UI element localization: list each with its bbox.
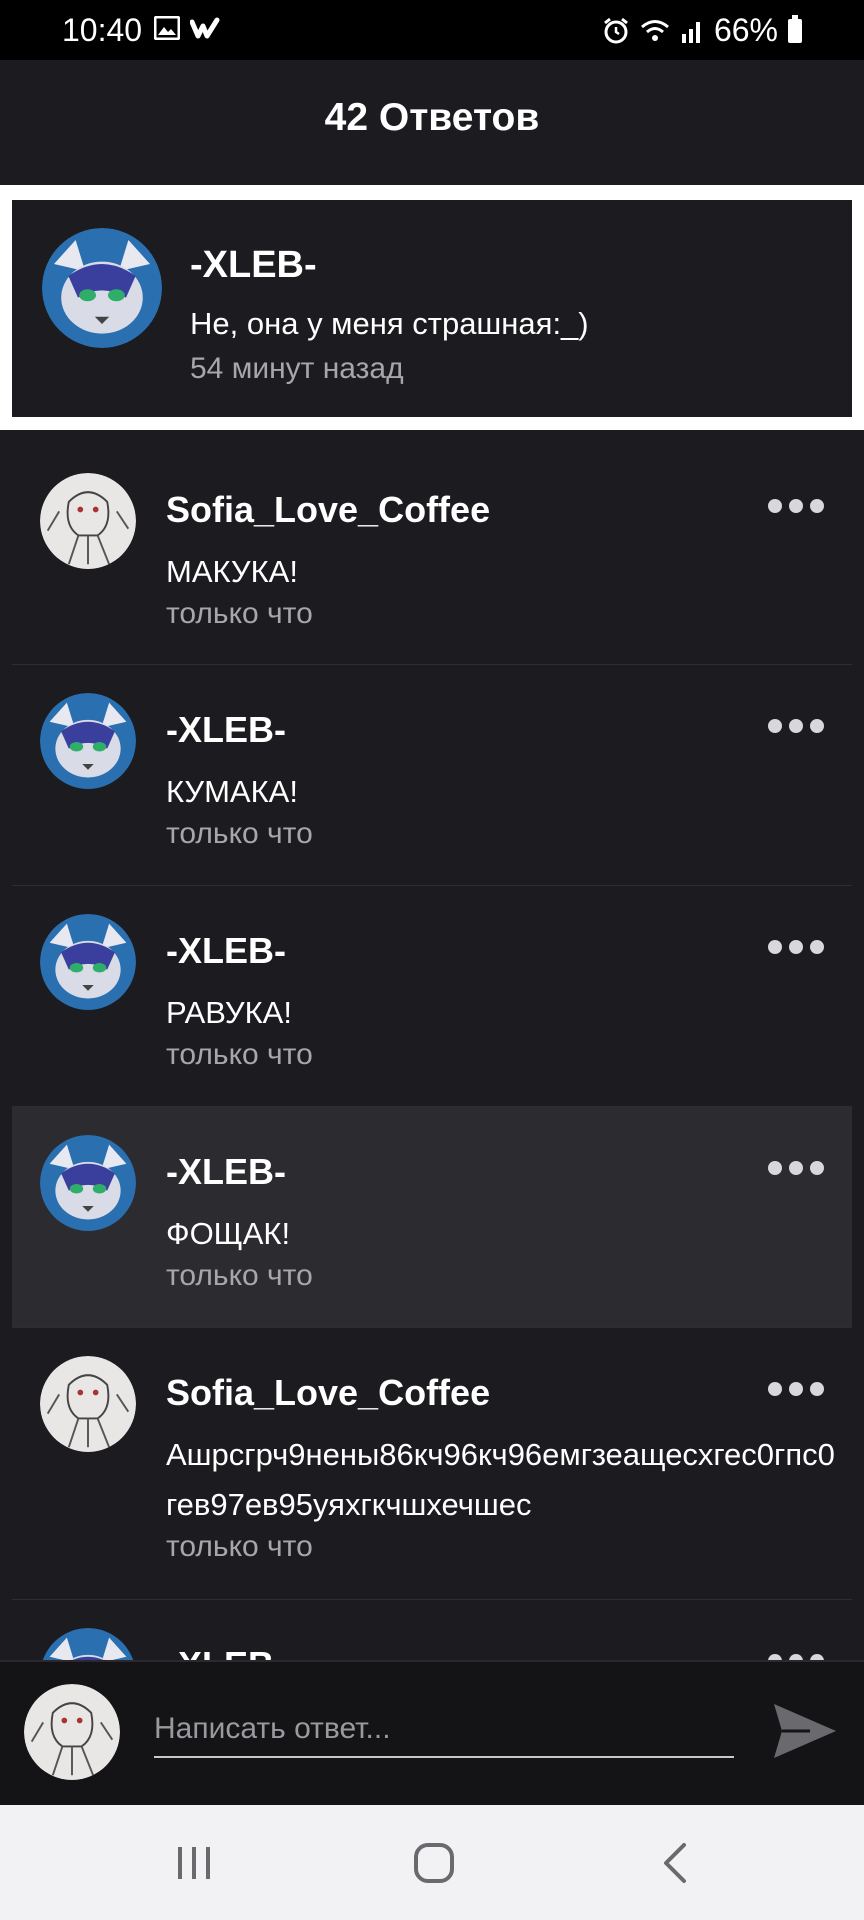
- avatar[interactable]: [40, 693, 136, 789]
- status-bar: 10:40 66%: [0, 0, 864, 60]
- more-options-icon[interactable]: [768, 499, 824, 513]
- reply-item[interactable]: -XLEB- РАВУКА! только что: [12, 886, 852, 1107]
- more-options-icon[interactable]: [768, 940, 824, 954]
- wattpad-icon: [190, 17, 220, 39]
- reply-time: только что: [166, 1259, 313, 1292]
- recent-apps-icon[interactable]: [168, 1837, 220, 1889]
- reply-input[interactable]: [154, 1702, 734, 1758]
- reply-time: только что: [166, 1530, 313, 1563]
- reply-item[interactable]: Sofia_Love_Coffee МАКУКА! только что: [12, 445, 852, 665]
- signal-icon: [681, 21, 700, 43]
- replies-list[interactable]: Sofia_Love_Coffee МАКУКА! только что -XL…: [12, 445, 852, 1660]
- reply-time: только что: [166, 597, 313, 630]
- back-icon[interactable]: [650, 1837, 702, 1889]
- avatar[interactable]: [40, 1628, 136, 1660]
- reply-text: МАКУКА!: [166, 554, 298, 589]
- reply-text: Ашрсгрч9нены86кч96кч96емгзеащесхгес0гпс0…: [166, 1437, 835, 1522]
- avatar[interactable]: [40, 1356, 136, 1452]
- more-options-icon[interactable]: [768, 719, 824, 733]
- post-author[interactable]: -XLEB-: [190, 244, 317, 287]
- reply-item[interactable]: Sofia_Love_Coffee Ашрсгрч9нены86кч96кч96…: [12, 1328, 852, 1600]
- reply-author[interactable]: -XLEB-: [166, 930, 286, 972]
- compose-bar: [0, 1660, 864, 1805]
- reply-item[interactable]: -XLEB- КУМАКА! только что: [12, 665, 852, 886]
- reply-text: РАВУКА!: [166, 995, 292, 1030]
- post-time: 54 минут назад: [190, 352, 404, 385]
- header: 42 Ответов: [0, 60, 864, 185]
- page-title: 42 Ответов: [324, 96, 540, 139]
- reply-text: КУМАКА!: [166, 774, 298, 809]
- send-icon[interactable]: [770, 1696, 840, 1766]
- reply-item[interactable]: -XLEB-: [12, 1600, 852, 1660]
- more-options-icon[interactable]: [768, 1161, 824, 1175]
- reply-time: только что: [166, 817, 313, 850]
- status-time: 10:40: [62, 12, 143, 48]
- home-icon[interactable]: [408, 1837, 460, 1889]
- reply-author[interactable]: Sofia_Love_Coffee: [166, 489, 490, 531]
- reply-time: только что: [166, 1038, 313, 1071]
- original-post[interactable]: -XLEB- Не, она у меня страшная:_) 54 мин…: [12, 200, 852, 417]
- post-text: Не, она у меня страшная:_): [190, 306, 589, 341]
- alarm-icon: [604, 17, 628, 43]
- reply-author[interactable]: -XLEB-: [166, 709, 286, 751]
- reply-text: ФОЩАК!: [166, 1216, 291, 1251]
- avatar[interactable]: [42, 228, 162, 348]
- gallery-icon: [154, 16, 180, 40]
- reply-item-highlighted[interactable]: -XLEB- ФОЩАК! только что: [12, 1107, 852, 1328]
- reply-author[interactable]: Sofia_Love_Coffee: [166, 1372, 490, 1414]
- wifi-icon: [640, 19, 669, 41]
- more-options-icon[interactable]: [768, 1382, 824, 1396]
- avatar[interactable]: [40, 1135, 136, 1231]
- reply-author[interactable]: -XLEB-: [166, 1151, 286, 1193]
- reply-author[interactable]: -XLEB-: [166, 1644, 286, 1660]
- battery-level: 66%: [713, 12, 778, 48]
- avatar[interactable]: [40, 914, 136, 1010]
- system-nav-bar: [0, 1805, 864, 1920]
- avatar[interactable]: [40, 473, 136, 569]
- avatar: [24, 1684, 120, 1780]
- battery-icon: [788, 14, 802, 43]
